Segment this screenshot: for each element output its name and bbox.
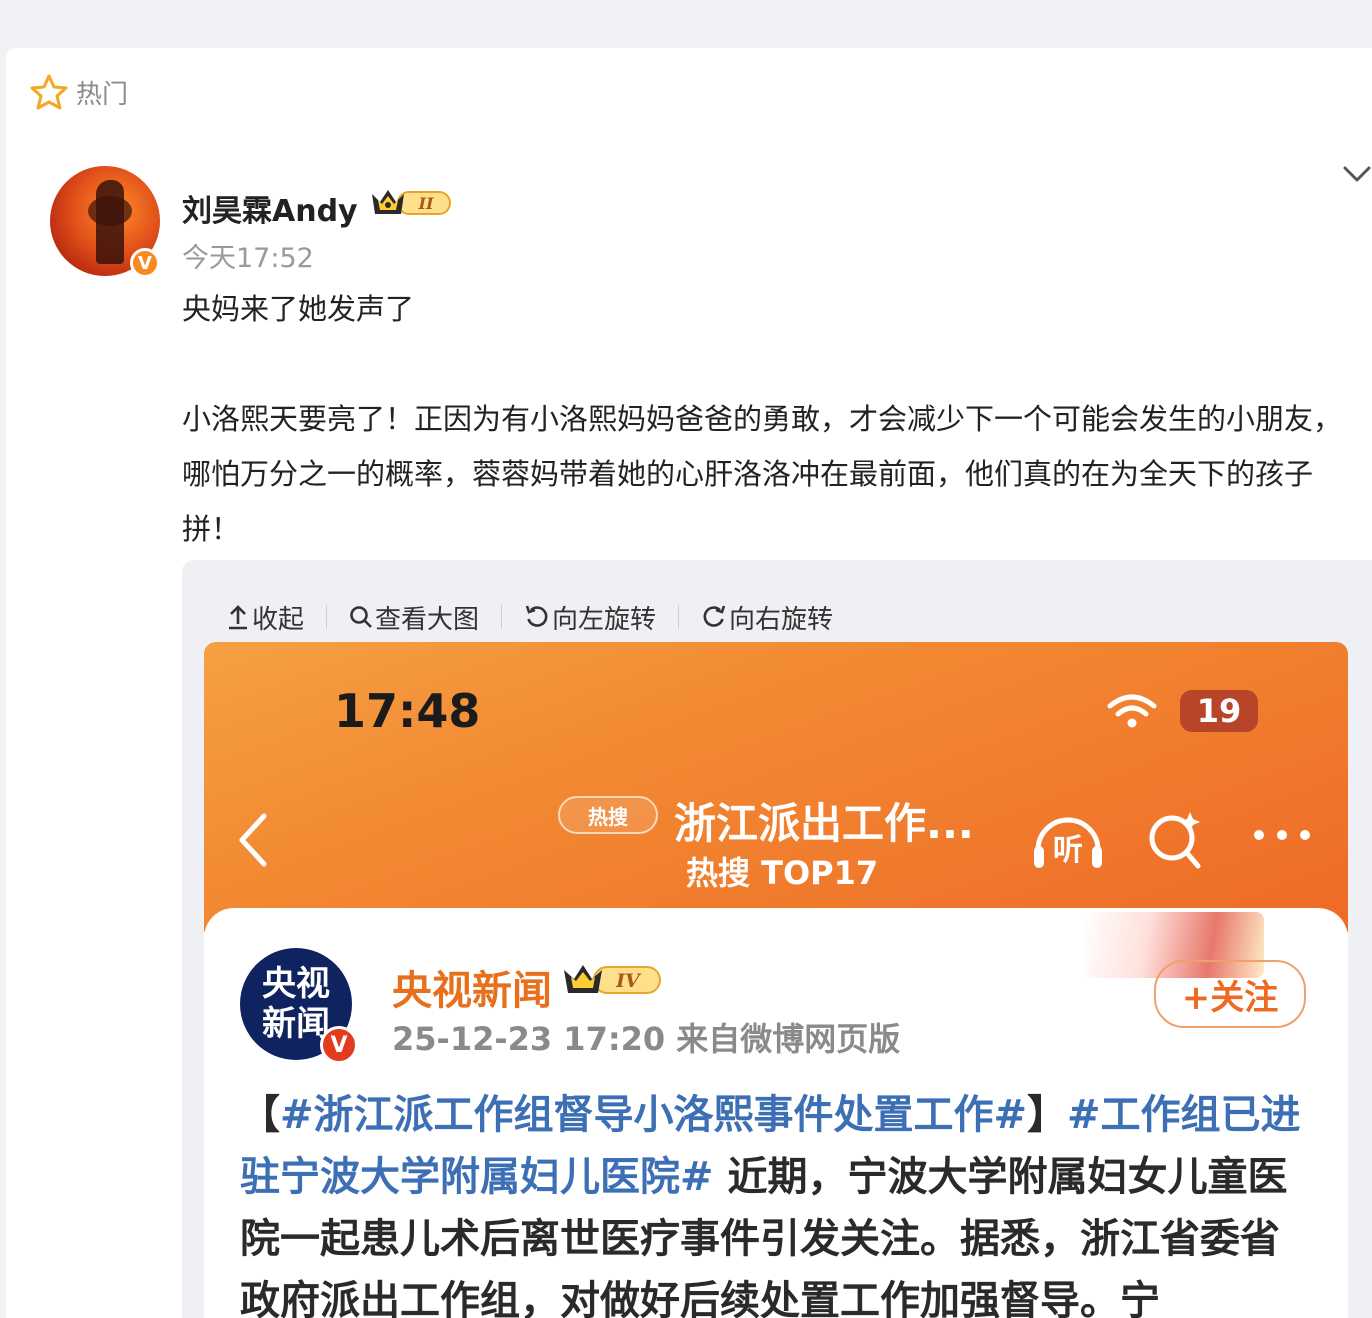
avatar-text-bottom: 新闻 [262, 1004, 330, 1044]
embedded-nav-title: 浙江派出工作... [674, 799, 974, 848]
username[interactable]: 刘昊霖Andy [182, 186, 358, 230]
top-bar [0, 0, 1372, 26]
chevron-down-icon[interactable] [1342, 160, 1372, 186]
embedded-screenshot[interactable]: 17:48 19 热搜 浙江派出工作... 热搜 TOP17 听 央视 新闻 V… [204, 642, 1348, 1318]
embedded-nav-subtitle: 热搜 TOP17 [686, 854, 879, 892]
feed-card: 热门 V 刘昊霖Andy II 今天17:52 央妈来了她发声了 小洛熙天要亮了… [6, 48, 1372, 1318]
magnifier-icon [350, 606, 372, 628]
image-toolbar: 收起 查看大图 向左旋转 向右旋转 [226, 599, 833, 636]
view-large-button[interactable]: 查看大图 [349, 599, 479, 636]
rotate-left-button[interactable]: 向左旋转 [524, 599, 656, 636]
news-bracket-open: 【 [240, 1092, 280, 1138]
crown-icon[interactable]: II [368, 186, 454, 220]
avatar-text-top: 央视 [262, 964, 330, 1004]
topic-tag: #浙江派工作组督导小洛熙事件处置工作# [280, 1092, 1028, 1138]
more-dots-icon [1254, 830, 1310, 840]
battery-indicator: 19 [1180, 690, 1258, 732]
cctv-verified-badge: V [320, 1026, 358, 1064]
follow-button: +关注 [1154, 960, 1306, 1028]
rotate-left-label: 向左旋转 [552, 604, 657, 635]
rotate-left-icon [525, 605, 548, 627]
collapse-label: 收起 [252, 604, 305, 635]
wifi-icon [1107, 694, 1157, 728]
rotate-right-button[interactable]: 向右旋转 [701, 599, 833, 636]
cctv-post-meta: 25-12-23 17:20 来自微博网页版 [392, 1020, 901, 1058]
star-outline-icon [30, 74, 68, 110]
rotate-right-icon [703, 605, 726, 627]
cctv-account-name: 央视新闻 [392, 968, 552, 1014]
search-sparkle-icon [1149, 812, 1201, 869]
back-arrow-icon [239, 813, 267, 867]
post-text-paragraph: 小洛熙天要亮了！正因为有小洛熙妈妈爸爸的勇敢，才会减少下一个可能会发生的小朋友，… [182, 402, 1343, 546]
section-label: 热门 [76, 79, 129, 110]
listen-label: 听 [1053, 833, 1083, 868]
view-large-label: 查看大图 [375, 604, 480, 635]
news-bracket-close: 】 [1027, 1092, 1068, 1138]
post-text: 央妈来了她发声了 小洛熙天要亮了！正因为有小洛熙妈妈爸爸的勇敢，才会减少下一个可… [182, 282, 1362, 557]
post-text-line: 央妈来了她发声了 [182, 292, 415, 326]
post-time[interactable]: 今天17:52 [182, 236, 314, 275]
crown-icon: IV [564, 965, 661, 994]
verified-badge: V [130, 248, 160, 278]
embedded-post-card: 央视 新闻 V 央视新闻 IV 25-12-23 17:20 来自微博网页版 +… [204, 908, 1348, 1318]
rotate-right-label: 向右旋转 [729, 604, 834, 635]
status-bar-time: 17:48 [334, 684, 481, 738]
embedded-header: 17:48 19 热搜 浙江派出工作... 热搜 TOP17 听 [204, 642, 1348, 932]
hot-section-header: 热门 [30, 70, 128, 114]
hot-search-pill: 热搜 [558, 796, 658, 834]
headphones-icon: 听 [1034, 817, 1102, 868]
upload-arrow-icon [229, 605, 247, 630]
expanded-image-container: 收起 查看大图 向左旋转 向右旋转 17:48 19 热搜 浙江派出工作... … [182, 560, 1372, 1318]
cctv-level: IV [615, 970, 642, 992]
news-text: 【#浙江派工作组督导小洛熙事件处置工作#】#工作组已进驻宁波大学附属妇儿医院# … [240, 1084, 1310, 1318]
member-level: II [418, 194, 434, 213]
collapse-button[interactable]: 收起 [226, 599, 304, 636]
